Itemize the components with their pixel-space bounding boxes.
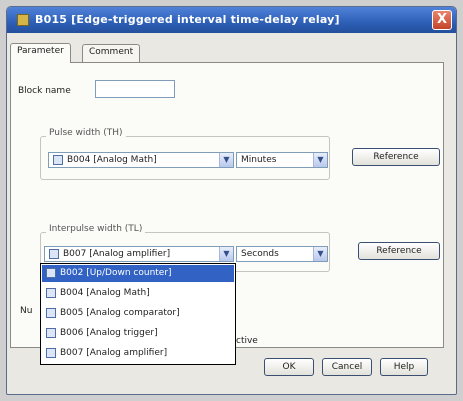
cancel-button[interactable]: Cancel: [322, 358, 372, 376]
tab-comment[interactable]: Comment: [82, 44, 141, 62]
dropdown-item-label: B004 [Analog Math]: [60, 288, 150, 298]
chevron-down-icon[interactable]: ▼: [219, 153, 233, 167]
block-icon: [49, 249, 59, 259]
block-icon: [53, 155, 63, 165]
block-icon: [46, 288, 56, 298]
block-dropdown-list[interactable]: B002 [Up/Down counter] B004 [Analog Math…: [40, 263, 236, 365]
interpulse-width-block-value: B007 [Analog amplifier]: [63, 249, 171, 259]
chevron-down-icon[interactable]: ▼: [313, 153, 327, 167]
chevron-down-icon[interactable]: ▼: [313, 247, 327, 261]
block-name-label: Block name: [18, 86, 71, 96]
dropdown-item-label: B005 [Analog comparator]: [60, 308, 180, 318]
block-app-icon: [17, 14, 29, 26]
close-button[interactable]: X: [432, 10, 452, 30]
dropdown-item[interactable]: B002 [Up/Down counter]: [42, 265, 234, 282]
ok-button[interactable]: OK: [264, 358, 314, 376]
pulse-width-block-value: B004 [Analog Math]: [67, 155, 157, 165]
dropdown-item[interactable]: B006 [Analog trigger]: [42, 325, 234, 342]
block-icon: [46, 268, 56, 278]
dropdown-item[interactable]: B005 [Analog comparator]: [42, 305, 234, 322]
dropdown-item-label: B006 [Analog trigger]: [60, 328, 158, 338]
interpulse-width-block-select[interactable]: B007 [Analog amplifier] ▼: [44, 246, 234, 262]
dropdown-item-label: B007 [Analog amplifier]: [60, 348, 168, 358]
pulse-width-legend: Pulse width (TH): [46, 128, 126, 138]
interpulse-width-unit-select[interactable]: Seconds ▼: [236, 246, 328, 262]
dropdown-item[interactable]: B004 [Analog Math]: [42, 285, 234, 302]
dropdown-item[interactable]: B007 [Analog amplifier]: [42, 345, 234, 362]
block-icon: [46, 308, 56, 318]
interpulse-width-unit-value: Seconds: [241, 249, 279, 259]
pulse-width-unit-select[interactable]: Minutes ▼: [236, 152, 328, 168]
title-bar[interactable]: B015 [Edge-triggered interval time-delay…: [7, 7, 456, 33]
window-title: B015 [Edge-triggered interval time-delay…: [35, 13, 340, 26]
pulse-width-unit-value: Minutes: [241, 155, 277, 165]
help-button[interactable]: Help: [380, 358, 428, 376]
pulse-width-block-select[interactable]: B004 [Analog Math] ▼: [48, 152, 234, 168]
block-name-input[interactable]: [95, 80, 175, 98]
tab-parameter[interactable]: Parameter: [10, 43, 71, 63]
block-icon: [46, 348, 56, 358]
partial-label-left: Nu: [20, 306, 33, 316]
chevron-down-icon[interactable]: ▼: [219, 247, 233, 261]
interpulse-width-legend: Interpulse width (TL): [46, 224, 146, 234]
pulse-width-reference-button[interactable]: Reference: [352, 148, 440, 166]
dropdown-item-label: B002 [Up/Down counter]: [60, 268, 172, 278]
block-icon: [46, 328, 56, 338]
interpulse-width-reference-button[interactable]: Reference: [358, 242, 440, 260]
